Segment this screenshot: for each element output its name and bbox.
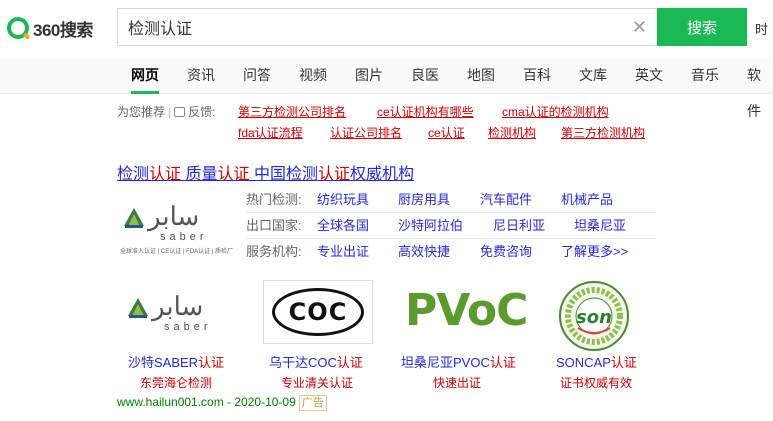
gallery-subtitle: 东莞海仑检测 <box>140 376 213 390</box>
gallery-title-text: 乌干达COC <box>269 355 337 370</box>
info-link[interactable]: 免费咨询 <box>480 239 532 265</box>
tab-music[interactable]: 音乐 <box>691 57 719 94</box>
gallery-title-text: 沙特SABER <box>128 355 199 370</box>
gallery-image-pvoc[interactable]: PVoC <box>405 283 528 339</box>
saber-mark-icon <box>124 208 144 228</box>
tab-wenku[interactable]: 文库 <box>579 57 607 94</box>
saber-logo[interactable]: سابر saber 全球准入认证 | CE认证 | FDA认证 | 质检厂 <box>120 200 236 256</box>
ad-title-part: 检测 <box>117 166 150 183</box>
saber-subtitle: 全球准入认证 | CE认证 | FDA认证 | 质检厂 <box>120 249 234 255</box>
info-label: 出口国家: <box>246 218 302 233</box>
saber-arabic-text: سابر <box>152 292 204 322</box>
recommend-link[interactable]: fda认证流程 <box>238 124 303 142</box>
recommend-link[interactable]: 检测机构 <box>488 124 536 142</box>
gallery-subtitle: 专业清关认证 <box>281 376 354 390</box>
tab-news[interactable]: 资讯 <box>187 57 215 94</box>
saber-latin-text: saber <box>164 321 212 333</box>
gallery-subtitle: 证书权威有效 <box>560 376 633 390</box>
ad-url-text: www.hailun001.com - 2020-10-09 <box>117 395 296 409</box>
info-row-service: 服务机构: 专业出证 高效快捷 免费咨询 了解更多>> <box>246 239 656 265</box>
recommend-link[interactable]: 认证公司排名 <box>330 124 402 142</box>
search-button[interactable]: 搜索 <box>657 8 747 46</box>
son-badge-text: son <box>576 307 612 328</box>
gallery-image-saber[interactable]: سابر saber <box>124 290 240 346</box>
recommend-link[interactable]: 第三方检测机构 <box>561 124 645 142</box>
tab-video[interactable]: 视频 <box>299 57 327 94</box>
recommend-separator: | <box>168 105 172 119</box>
recommend-link[interactable]: 第三方检测公司排名 <box>238 103 346 121</box>
logo[interactable]: 360搜索 <box>7 15 93 41</box>
gallery-title-saber[interactable]: 沙特SABER认证 <box>128 352 224 371</box>
recommend-link[interactable]: ce认证 <box>428 124 465 142</box>
gallery-title-highlight: 认证 <box>336 355 363 370</box>
ad-title-link[interactable]: 检测认证 质量认证 中国检测认证权威机构 <box>117 160 414 184</box>
recommend-label: 为您推荐 <box>117 105 166 119</box>
feedback-icon[interactable] <box>174 107 186 117</box>
ad-info-table: 热门检测: 纺织玩具 厨房用具 汽车配件 机械产品 出口国家: 全球各国 沙特阿… <box>246 187 656 265</box>
son-badge-icon[interactable]: son <box>558 280 630 352</box>
tab-map[interactable]: 地图 <box>467 57 495 94</box>
coc-logo-text: COC <box>272 288 364 336</box>
info-link[interactable]: 专业出证 <box>317 239 369 265</box>
gallery-title-text: 坦桑尼亚PVOC <box>401 355 490 370</box>
feedback-label[interactable]: 反馈: <box>188 105 215 119</box>
ad-title-highlight: 认证 <box>149 166 182 183</box>
gallery-title-highlight: 认证 <box>198 355 225 370</box>
gallery-title-soncap[interactable]: SONCAP认证 <box>556 352 637 371</box>
nav-tabs: 网页 资讯 问答 视频 图片 良医 地图 百科 文库 英文 音乐 软件 <box>0 57 773 119</box>
logo-text: 360搜索 <box>33 20 93 40</box>
recommend-link[interactable]: cma认证的检测机构 <box>502 103 609 121</box>
gallery-subtitle: 快速出证 <box>433 376 482 390</box>
info-label: 热门检测: <box>246 192 302 207</box>
tab-images[interactable]: 图片 <box>355 57 383 94</box>
recommend-row-1: 为您推荐 | 反馈: 第三方检测公司排名 ce认证机构有哪些 cma认证的检测机构 <box>117 103 767 121</box>
recommend-link[interactable]: ce认证机构有哪些 <box>377 103 474 121</box>
tab-baike[interactable]: 百科 <box>523 57 551 94</box>
logo-icon <box>7 17 29 39</box>
gallery-title-pvoc[interactable]: 坦桑尼亚PVOC认证 <box>401 352 516 371</box>
ad-title-part: 权威机构 <box>349 166 414 183</box>
ad-title-part: 中国检测 <box>249 166 318 183</box>
info-label: 服务机构: <box>246 244 302 259</box>
ad-url[interactable]: www.hailun001.com - 2020-10-09 广告 <box>117 395 327 411</box>
ad-title-part: 质量 <box>181 166 218 183</box>
info-link[interactable]: 坦桑尼亚 <box>574 213 626 239</box>
saber-latin-text: saber <box>160 231 208 243</box>
clear-icon[interactable]: ✕ <box>632 17 647 38</box>
tab-doctor[interactable]: 良医 <box>411 57 439 94</box>
ad-title-highlight: 认证 <box>317 166 350 183</box>
gallery-title-highlight: 认证 <box>610 355 637 370</box>
info-link[interactable]: 机械产品 <box>561 187 613 213</box>
header: 360搜索 ✕ 搜索 时 <box>0 0 773 57</box>
search-box: ✕ <box>117 8 657 46</box>
tab-web[interactable]: 网页 <box>131 57 159 94</box>
tab-software[interactable]: 软件 <box>747 57 773 119</box>
info-link[interactable]: 高效快捷 <box>398 239 450 265</box>
ad-badge: 广告 <box>298 395 327 411</box>
recommend-row-2: fda认证流程 认证公司排名 ce认证 检测机构 第三方检测机构 <box>117 124 767 142</box>
tab-qa[interactable]: 问答 <box>243 57 271 94</box>
info-link[interactable]: 纺织玩具 <box>317 187 369 213</box>
search-input[interactable] <box>128 9 608 45</box>
tab-english[interactable]: 英文 <box>635 57 663 94</box>
info-link[interactable]: 汽车配件 <box>480 187 532 213</box>
info-row-country: 出口国家: 全球各国 沙特阿拉伯 尼日利亚 坦桑尼亚 <box>246 213 656 239</box>
header-extra-text[interactable]: 时 <box>755 19 768 38</box>
gallery-title-coc[interactable]: 乌干达COC认证 <box>269 352 363 371</box>
saber-arabic-text: سابر <box>148 202 200 232</box>
gallery-title-text: SONCAP <box>556 355 611 370</box>
gallery-title-highlight: 认证 <box>489 355 516 370</box>
ad-title-highlight: 认证 <box>217 166 250 183</box>
saber-mark-icon <box>128 298 148 318</box>
info-row-hot: 热门检测: 纺织玩具 厨房用具 汽车配件 机械产品 <box>246 187 656 213</box>
info-link[interactable]: 沙特阿拉伯 <box>398 213 463 239</box>
info-link[interactable]: 了解更多>> <box>561 239 628 265</box>
info-link[interactable]: 厨房用具 <box>398 187 450 213</box>
info-link[interactable]: 尼日利亚 <box>493 213 545 239</box>
info-link[interactable]: 全球各国 <box>317 213 369 239</box>
gallery-image-coc[interactable]: COC <box>263 280 373 344</box>
